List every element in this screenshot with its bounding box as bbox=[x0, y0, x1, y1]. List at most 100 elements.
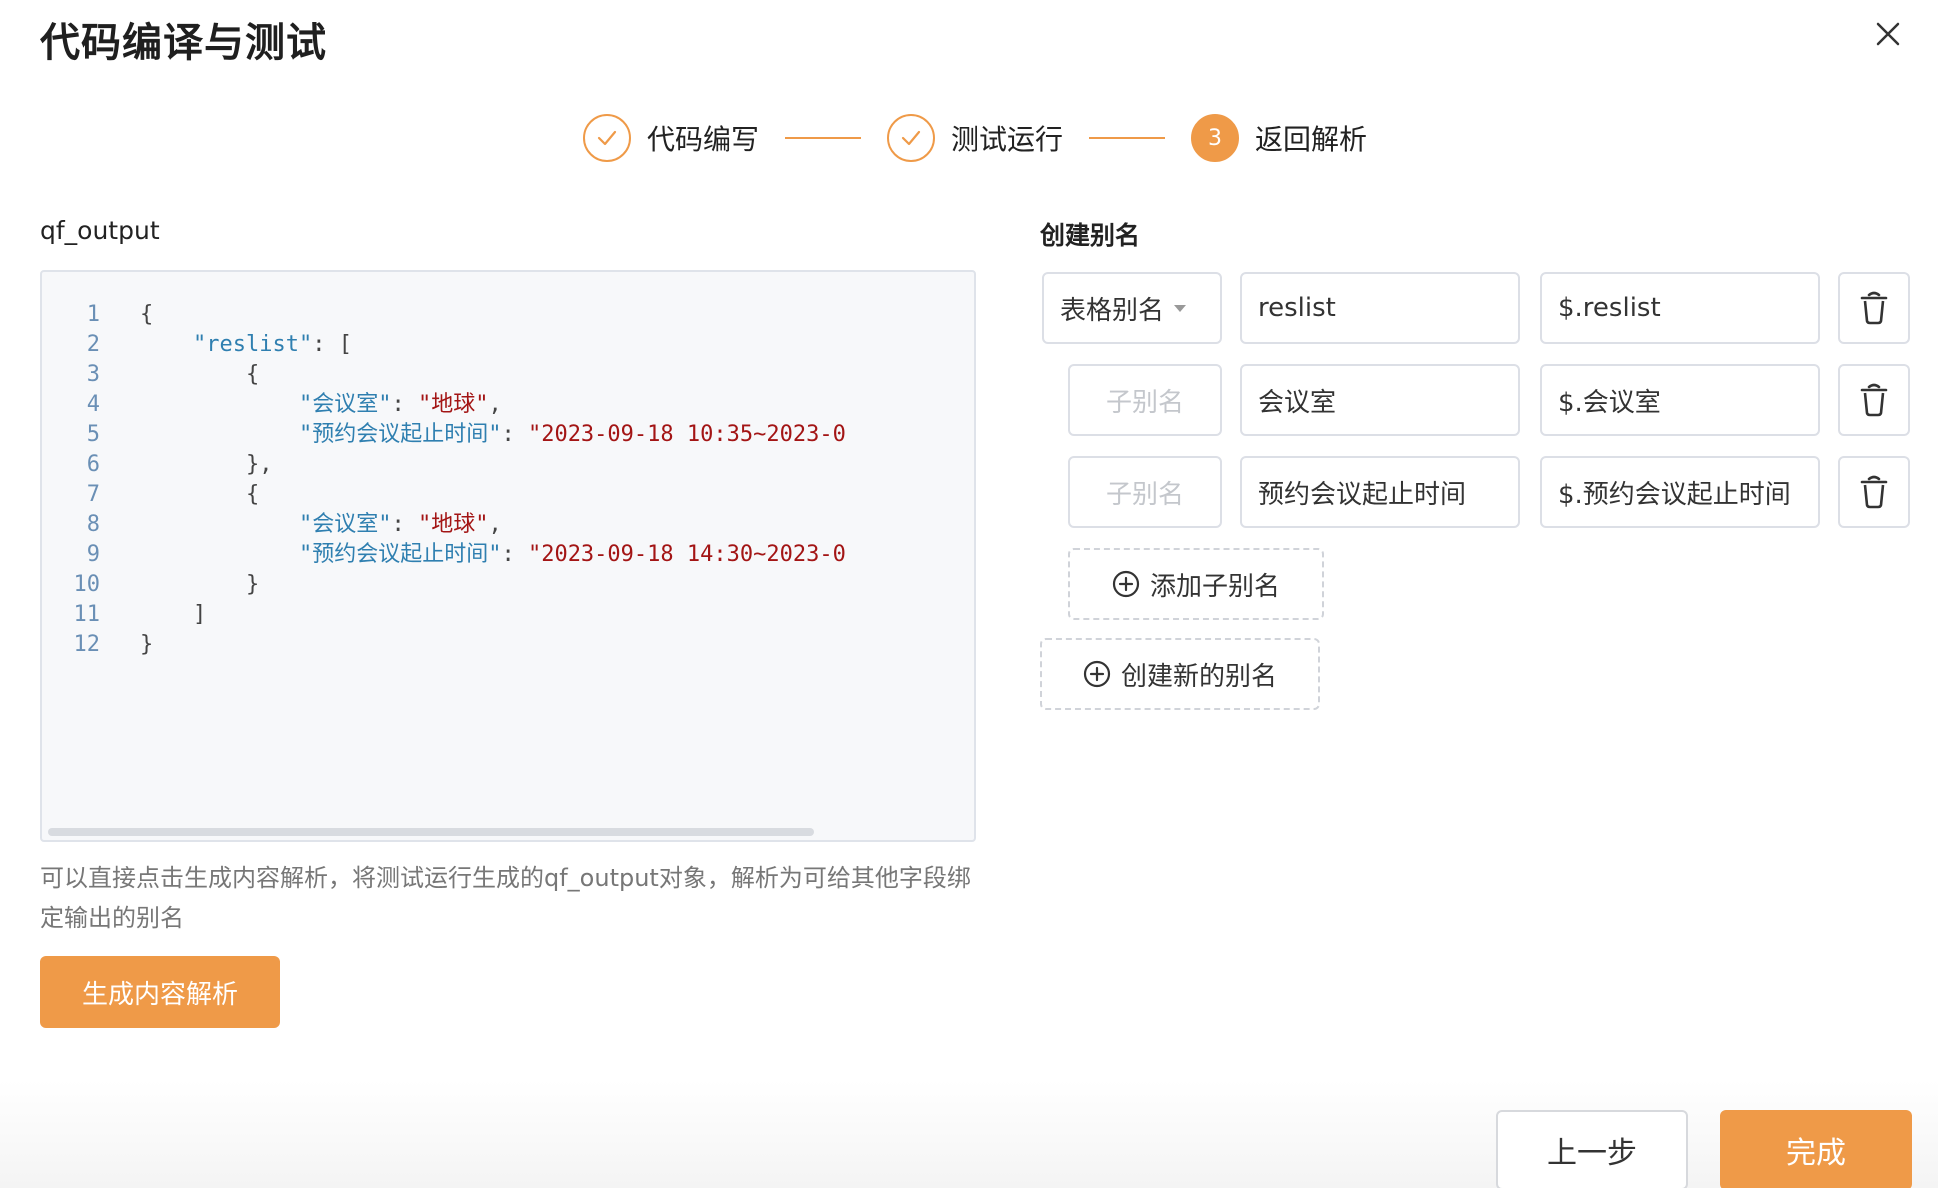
code-text: { bbox=[140, 480, 259, 510]
code-text: "预约会议起止时间": "2023-09-18 14:30~2023-0 bbox=[140, 540, 846, 570]
code-token: }, bbox=[245, 452, 273, 477]
check-icon bbox=[901, 130, 921, 146]
code-token: : bbox=[391, 512, 418, 537]
code-token: } bbox=[140, 632, 154, 657]
plus-circle-icon bbox=[1083, 660, 1111, 688]
done-button[interactable]: 完成 bbox=[1720, 1110, 1912, 1188]
line-number: 6 bbox=[86, 452, 100, 477]
code-line: 9 "预约会议起止时间": "2023-09-18 14:30~2023-0 bbox=[42, 540, 974, 570]
code-text: }, bbox=[140, 450, 273, 480]
code-token: { bbox=[245, 482, 260, 507]
dialog-title: 代码编译与测试 bbox=[40, 20, 327, 66]
code-line: 1{ bbox=[42, 300, 974, 330]
line-number: 10 bbox=[73, 572, 101, 597]
line-number: 9 bbox=[86, 542, 100, 567]
alias-name-input[interactable]: reslist bbox=[1240, 272, 1520, 344]
step-connector bbox=[785, 137, 862, 139]
line-number: 3 bbox=[86, 362, 100, 387]
previous-step-button[interactable]: 上一步 bbox=[1496, 1110, 1688, 1188]
trash-icon bbox=[1860, 383, 1888, 417]
create-alias-label: 创建别名 bbox=[1040, 221, 1141, 250]
hint-text: 可以直接点击生成内容解析，将测试运行生成的qf_output对象，解析为可给其他… bbox=[40, 864, 971, 932]
check-icon bbox=[597, 130, 617, 146]
code-token: } bbox=[245, 572, 260, 597]
code-token: { bbox=[245, 362, 260, 387]
code-line: 2 "reslist": [ bbox=[42, 330, 974, 360]
code-token: "会议室" bbox=[298, 392, 392, 417]
code-text: "会议室": "地球", bbox=[140, 390, 502, 420]
code-token: "reslist" bbox=[192, 332, 313, 357]
code-line: 6 }, bbox=[42, 450, 974, 480]
caret-down-icon bbox=[1174, 304, 1187, 312]
code-text: ] bbox=[140, 600, 206, 630]
code-line: 11 ] bbox=[42, 600, 974, 630]
step-return-parse: 3 返回解析 bbox=[1191, 114, 1367, 162]
code-token: ] bbox=[192, 602, 207, 627]
trash-icon bbox=[1860, 291, 1888, 325]
line-number: 5 bbox=[86, 422, 100, 447]
step-label: 代码编写 bbox=[647, 123, 760, 156]
close-icon bbox=[1876, 22, 1900, 46]
code-line: 3 { bbox=[42, 360, 974, 390]
code-text: { bbox=[140, 360, 259, 390]
step-label: 返回解析 bbox=[1255, 123, 1368, 156]
code-token: : [ bbox=[312, 332, 352, 357]
trash-icon bbox=[1860, 475, 1888, 509]
plus-circle-icon bbox=[1112, 570, 1140, 598]
create-new-alias-label: 创建新的别名 bbox=[1120, 661, 1277, 692]
delete-child-alias-button[interactable] bbox=[1838, 456, 1910, 528]
line-number: 1 bbox=[86, 302, 100, 327]
code-token: : bbox=[391, 392, 418, 417]
code-line: 12} bbox=[42, 630, 974, 660]
child-alias-type: 子别名 bbox=[1068, 364, 1222, 436]
line-number: 4 bbox=[86, 392, 100, 417]
code-token: "地球" bbox=[417, 392, 489, 417]
code-text: "会议室": "地球", bbox=[140, 510, 502, 540]
line-number: 11 bbox=[73, 602, 101, 627]
add-child-alias-label: 添加子别名 bbox=[1149, 571, 1280, 602]
step-code-writing: 代码编写 bbox=[583, 114, 759, 162]
child-alias-path-input[interactable]: $.预约会议起止时间 bbox=[1540, 456, 1820, 528]
step-label: 测试运行 bbox=[951, 123, 1064, 156]
delete-alias-button[interactable] bbox=[1838, 272, 1910, 344]
code-text: "reslist": [ bbox=[140, 330, 352, 360]
step-number: 3 bbox=[1191, 114, 1240, 162]
line-number: 8 bbox=[86, 512, 100, 537]
generate-parse-button[interactable]: 生成内容解析 bbox=[40, 956, 280, 1028]
code-token: "2023-09-18 10:35~2023-0 bbox=[527, 422, 846, 447]
child-alias-type: 子别名 bbox=[1068, 456, 1222, 528]
code-token: , bbox=[488, 512, 502, 537]
code-text: } bbox=[140, 570, 259, 600]
child-alias-name-input[interactable]: 预约会议起止时间 bbox=[1240, 456, 1520, 528]
step-connector bbox=[1089, 137, 1166, 139]
step-done-check bbox=[583, 114, 631, 162]
line-number: 7 bbox=[86, 482, 100, 507]
child-alias-name-input[interactable]: 会议室 bbox=[1240, 364, 1520, 436]
code-token: "预约会议起止时间" bbox=[298, 542, 502, 567]
line-number: 12 bbox=[73, 632, 101, 657]
code-token: : bbox=[501, 422, 528, 447]
add-child-alias-button[interactable]: 添加子别名 bbox=[1068, 548, 1324, 620]
code-line: 8 "会议室": "地球", bbox=[42, 510, 974, 540]
step-test-run: 测试运行 bbox=[887, 114, 1063, 162]
delete-child-alias-button[interactable] bbox=[1838, 364, 1910, 436]
steps-bar: 代码编写 测试运行 3 返回解析 bbox=[583, 112, 1367, 164]
close-button[interactable] bbox=[1868, 14, 1908, 54]
code-token: "地球" bbox=[417, 512, 489, 537]
line-number: 2 bbox=[86, 332, 100, 357]
code-token: , bbox=[488, 392, 502, 417]
code-token: "2023-09-18 14:30~2023-0 bbox=[527, 542, 846, 567]
output-label: qf_output bbox=[40, 216, 160, 245]
code-token: "预约会议起止时间" bbox=[298, 422, 502, 447]
code-text: { bbox=[140, 300, 153, 330]
code-text: "预约会议起止时间": "2023-09-18 10:35~2023-0 bbox=[140, 420, 846, 450]
code-line: 7 { bbox=[42, 480, 974, 510]
alias-path-input[interactable]: $.reslist bbox=[1540, 272, 1820, 344]
child-alias-path-input[interactable]: $.会议室 bbox=[1540, 364, 1820, 436]
code-editor[interactable]: 1{2 "reslist": [3 {4 "会议室": "地球", 5 "预约会议… bbox=[40, 270, 976, 842]
alias-type-select[interactable]: 表格别名 bbox=[1042, 272, 1222, 344]
create-new-alias-button[interactable]: 创建新的别名 bbox=[1040, 638, 1320, 710]
code-token: : bbox=[501, 542, 528, 567]
horizontal-scrollbar[interactable] bbox=[48, 828, 814, 836]
code-line: 5 "预约会议起止时间": "2023-09-18 10:35~2023-0 bbox=[42, 420, 974, 450]
